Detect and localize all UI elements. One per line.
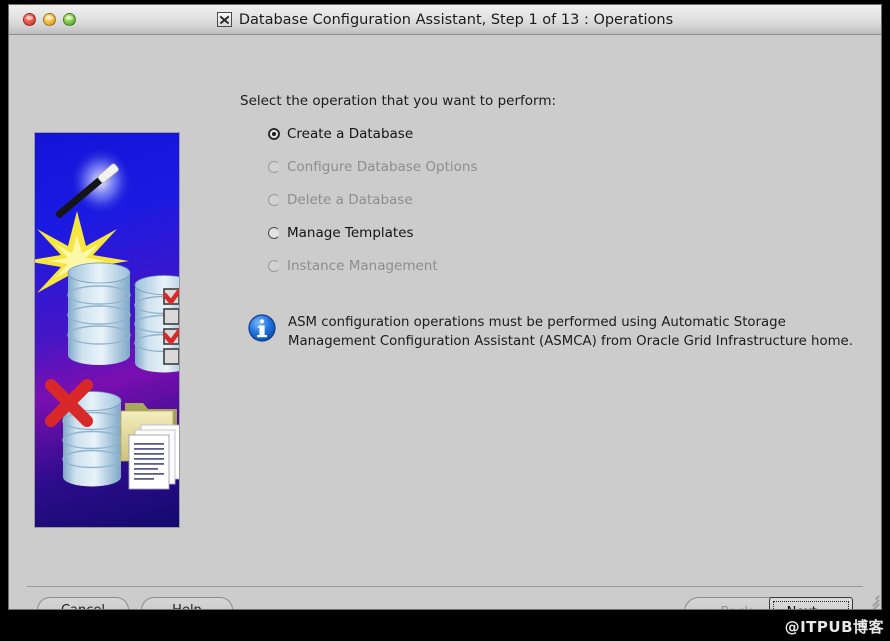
radio-label: Instance Management <box>287 258 438 274</box>
operations-pane: Select the operation that you want to pe… <box>240 93 867 609</box>
application-window: Database Configuration Assistant, Step 1… <box>8 4 882 610</box>
navigation-button-group: « Back Next » <box>684 597 853 610</box>
radio-indicator-disabled <box>268 194 280 206</box>
info-icon <box>248 314 276 342</box>
left-button-group: Cancel Help <box>37 597 233 609</box>
next-mnemonic: N <box>787 605 797 610</box>
window-content: Select the operation that you want to pe… <box>9 35 881 609</box>
back-label-rest: ack <box>729 605 752 610</box>
radio-indicator-unselected[interactable] <box>268 227 280 239</box>
watermark: @ITPUB博客 <box>784 618 884 636</box>
radio-indicator-disabled <box>268 161 280 173</box>
next-button-label: Next <box>787 605 817 610</box>
radio-option-create-a-database[interactable]: Create a Database <box>268 123 867 145</box>
title-container: Database Configuration Assistant, Step 1… <box>9 5 881 34</box>
back-button: « Back <box>685 598 769 610</box>
dbca-splash-illustration <box>34 132 180 528</box>
title-bar[interactable]: Database Configuration Assistant, Step 1… <box>9 5 881 35</box>
next-button[interactable]: Next » <box>769 597 853 610</box>
window-controls <box>23 13 76 26</box>
radio-label: Create a Database <box>287 126 414 142</box>
cancel-button[interactable]: Cancel <box>37 597 129 609</box>
minimize-button[interactable] <box>43 13 56 26</box>
back-button-label: Back <box>721 605 753 610</box>
resize-grip[interactable] <box>863 591 880 609</box>
radio-option-manage-templates[interactable]: Manage Templates <box>268 222 867 244</box>
chevron-left-icon: « <box>702 605 711 609</box>
radio-option-instance-management: Instance Management <box>268 255 867 277</box>
asm-info-note: ASM configuration operations must be per… <box>248 313 867 352</box>
next-label-rest: ext <box>796 605 817 610</box>
screen: Database Configuration Assistant, Step 1… <box>0 0 890 641</box>
chevron-right-icon: » <box>827 605 836 609</box>
help-button[interactable]: Help <box>141 597 233 609</box>
radio-label: Manage Templates <box>287 225 414 241</box>
radio-option-delete-a-database: Delete a Database <box>268 189 867 211</box>
radio-label: Configure Database Options <box>287 159 478 175</box>
radio-indicator-disabled <box>268 260 280 272</box>
x-box-icon <box>216 12 232 27</box>
zoom-button[interactable] <box>63 13 76 26</box>
asm-info-text: ASM configuration operations must be per… <box>288 315 853 350</box>
prompt-label: Select the operation that you want to pe… <box>240 93 557 109</box>
radio-option-configure-database-options: Configure Database Options <box>268 156 867 178</box>
window-title: Database Configuration Assistant, Step 1… <box>238 11 674 28</box>
radio-label: Delete a Database <box>287 192 413 208</box>
close-button[interactable] <box>23 13 36 26</box>
radio-indicator-selected[interactable] <box>268 128 280 140</box>
footer-bar: Cancel Help « Back Next » <box>9 597 881 610</box>
footer-separator <box>27 586 863 587</box>
